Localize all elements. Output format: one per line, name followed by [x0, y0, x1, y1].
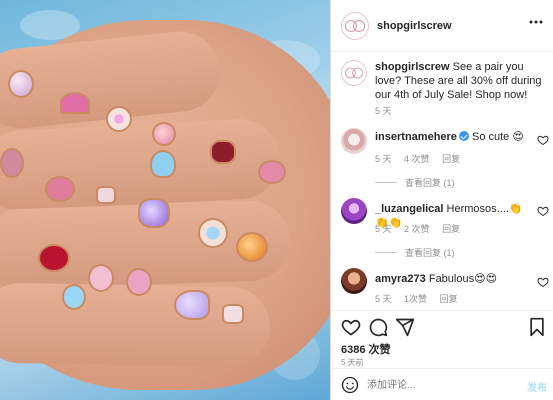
caption-time: 5 天: [375, 106, 392, 116]
reply-button[interactable]: 回复: [442, 224, 460, 234]
earring: [0, 148, 24, 178]
comment-text: Fabulous😍😍: [428, 273, 498, 285]
earring: [152, 122, 176, 146]
add-comment-bar: 发布: [331, 368, 553, 400]
earring: [150, 150, 176, 178]
comment-username[interactable]: insertnamehere: [375, 131, 457, 143]
comment-time: 5 天: [375, 154, 392, 164]
earring: [210, 140, 236, 164]
view-replies-label: 查看回复 (1): [405, 248, 455, 258]
comment: insertnamehere So cute 😍: [375, 130, 525, 144]
comment-likes[interactable]: 4 次赞: [404, 154, 430, 164]
view-replies-button[interactable]: 查看回复 (1): [375, 246, 455, 259]
header-username[interactable]: shopgirlscrew: [377, 20, 452, 32]
comment-input[interactable]: [367, 376, 507, 394]
view-replies-label: 查看回复 (1): [405, 178, 455, 188]
comment-time: 5 天: [375, 224, 392, 234]
post-photo[interactable]: [0, 0, 330, 400]
comment-text: So cute 😍: [472, 131, 524, 143]
comment-time: 5 天: [375, 294, 392, 304]
avatar[interactable]: [341, 12, 369, 40]
earring: [236, 232, 268, 262]
reply-button[interactable]: 回复: [442, 154, 460, 164]
earring: [106, 106, 132, 132]
post-comment-button[interactable]: 发布: [527, 379, 547, 394]
earring: [222, 304, 244, 324]
comment-meta: 5 天 2 次赞 回复: [375, 222, 470, 235]
brand-logo-icon: [345, 67, 363, 79]
comment-likes[interactable]: 2 次赞: [404, 224, 430, 234]
comment-icon[interactable]: [368, 317, 388, 337]
finger: [0, 117, 282, 213]
avatar[interactable]: [341, 60, 367, 86]
earring: [8, 70, 34, 98]
earring: [258, 160, 286, 184]
verified-icon: [458, 131, 469, 141]
heart-icon[interactable]: [537, 276, 549, 288]
brand-logo-icon: [345, 20, 365, 32]
caption: shopgirlscrew See a pair you love? These…: [375, 60, 547, 102]
view-replies-button[interactable]: 查看回复 (1): [375, 176, 455, 189]
caption-username[interactable]: shopgirlscrew: [375, 61, 450, 73]
avatar[interactable]: [341, 268, 367, 294]
comment: amyra273 Fabulous😍😍: [375, 272, 525, 286]
earring: [88, 264, 114, 292]
reply-button[interactable]: 回复: [440, 294, 458, 304]
earring: [138, 198, 170, 228]
comment-likes[interactable]: 1次赞: [404, 294, 427, 304]
more-icon[interactable]: [529, 20, 543, 24]
earring: [60, 92, 90, 114]
bookmark-icon[interactable]: [527, 317, 547, 337]
earring: [38, 244, 70, 272]
post-side-panel: shopgirlscrew shopgirlscrew See a pair y…: [330, 0, 553, 400]
comment-meta: 5 天 4 次赞 回复: [375, 152, 470, 165]
heart-icon[interactable]: [537, 134, 549, 146]
earring: [45, 176, 75, 202]
emoji-icon[interactable]: [341, 376, 359, 394]
comment-meta: 5 天 1次赞 回复: [375, 292, 468, 305]
likes-count[interactable]: 6386 次赞: [341, 341, 391, 357]
earring: [198, 218, 228, 248]
earring: [126, 268, 152, 296]
earring: [174, 290, 210, 320]
comment-username[interactable]: _luzangelical: [375, 203, 443, 215]
heart-icon[interactable]: [537, 205, 549, 217]
earring: [96, 186, 116, 204]
earring: [62, 284, 86, 310]
heart-icon[interactable]: [341, 317, 361, 337]
comment-username[interactable]: amyra273: [375, 273, 426, 285]
avatar[interactable]: [341, 198, 367, 224]
post-header: shopgirlscrew: [331, 0, 553, 52]
share-icon[interactable]: [395, 317, 415, 337]
avatar[interactable]: [341, 128, 367, 154]
post-time: 5 天前: [341, 358, 364, 367]
